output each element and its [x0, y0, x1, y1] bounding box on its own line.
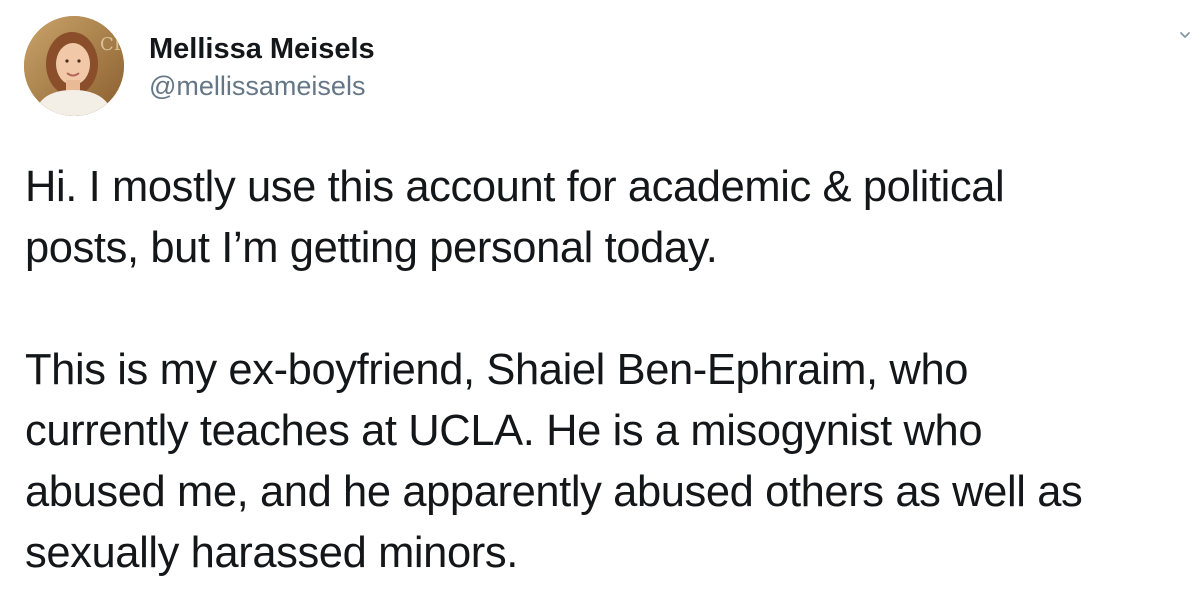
- tweet-card: CI Mellissa Meisels @mellissameisels Hi.…: [0, 0, 1192, 602]
- avatar[interactable]: CI: [24, 16, 124, 116]
- tweet-paragraph-2: This is my ex-boyfriend, Shaiel Ben-Ephr…: [25, 346, 1083, 577]
- author-names: Mellissa Meisels @mellissameisels: [149, 31, 375, 103]
- tweet-text: Hi. I mostly use this account for academ…: [25, 157, 1175, 584]
- author-display-name[interactable]: Mellissa Meisels: [149, 31, 375, 67]
- avatar-photo-icon: CI: [24, 16, 124, 116]
- author-handle[interactable]: @mellissameisels: [149, 69, 375, 103]
- chevron-down-icon[interactable]: [1178, 28, 1192, 42]
- tweet-paragraph-1: Hi. I mostly use this account for academ…: [25, 163, 1005, 272]
- tweet-header: CI Mellissa Meisels @mellissameisels: [24, 16, 375, 116]
- svg-text:CI: CI: [100, 34, 121, 55]
